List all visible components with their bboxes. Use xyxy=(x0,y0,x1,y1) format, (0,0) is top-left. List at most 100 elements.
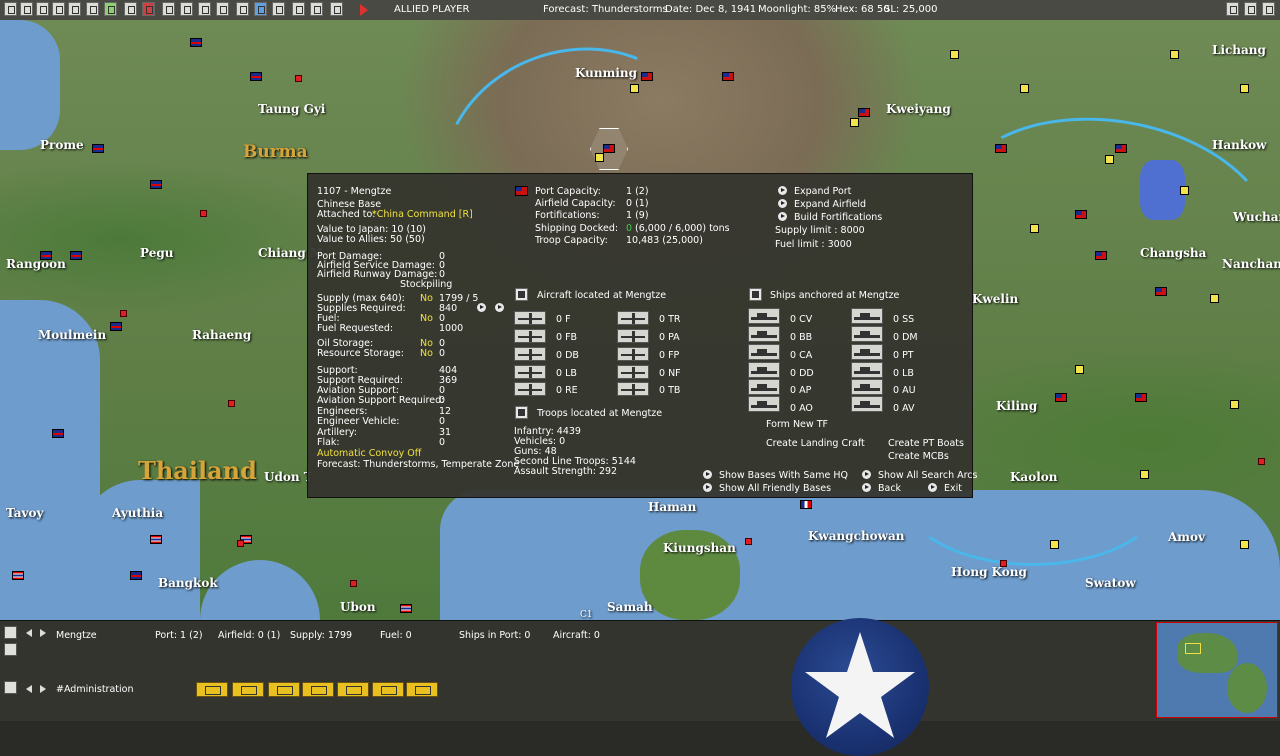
uk-flag-icon[interactable] xyxy=(190,38,202,47)
unit-marker-icon[interactable] xyxy=(237,540,244,547)
exit-button[interactable]: Exit xyxy=(944,483,962,494)
patrol-icon[interactable] xyxy=(617,329,649,343)
previous-arrow-icon[interactable] xyxy=(26,629,32,637)
china-flag-icon[interactable] xyxy=(603,144,615,153)
unit-button-icon[interactable] xyxy=(268,682,300,697)
unit-marker-icon[interactable] xyxy=(745,538,752,545)
unit-marker-icon[interactable] xyxy=(200,210,207,217)
next-arrow-icon[interactable] xyxy=(40,685,46,693)
toolbar-button-icon[interactable] xyxy=(272,2,285,16)
hq-link[interactable]: #Administration xyxy=(56,684,133,695)
ships-icon[interactable] xyxy=(749,288,762,301)
expand-port-icon[interactable] xyxy=(778,186,787,195)
pen-icon[interactable] xyxy=(4,643,17,656)
base-marker-icon[interactable] xyxy=(1050,540,1059,549)
build-fortifications-icon[interactable] xyxy=(778,212,787,221)
china-flag-icon[interactable] xyxy=(1095,251,1107,260)
show-friendly-bases-button[interactable]: Show All Friendly Bases xyxy=(719,483,831,494)
toolbar-button-icon[interactable] xyxy=(1244,2,1257,16)
supply-stockpile-toggle[interactable]: No xyxy=(420,293,433,304)
unit-button-icon[interactable] xyxy=(406,682,438,697)
toolbar-button-icon[interactable] xyxy=(198,2,211,16)
toolbar-button-icon[interactable] xyxy=(86,2,99,16)
toolbar-button-icon[interactable] xyxy=(4,2,17,16)
thailand-flag-icon[interactable] xyxy=(12,571,24,580)
floatplane-icon[interactable] xyxy=(617,347,649,361)
end-turn-icon[interactable] xyxy=(360,4,368,16)
resource-storage-toggle[interactable]: No xyxy=(420,348,433,359)
back-icon[interactable] xyxy=(862,483,871,492)
base-marker-icon[interactable] xyxy=(850,118,859,127)
show-search-arcs-icon[interactable] xyxy=(862,470,871,479)
auxiliary-icon[interactable] xyxy=(851,379,883,395)
troops-icon[interactable] xyxy=(515,406,528,419)
france-flag-icon[interactable] xyxy=(800,500,812,509)
next-arrow-icon[interactable] xyxy=(40,629,46,637)
china-flag-icon[interactable] xyxy=(1075,210,1087,219)
build-fortifications-button[interactable]: Build Fortifications xyxy=(794,212,882,223)
transport-icon[interactable] xyxy=(617,311,649,325)
unit-button-icon[interactable] xyxy=(232,682,264,697)
toolbar-button-icon[interactable] xyxy=(180,2,193,16)
base-marker-icon[interactable] xyxy=(1170,50,1179,59)
show-friendly-icon[interactable] xyxy=(703,483,712,492)
fighter-bomber-icon[interactable] xyxy=(514,329,546,343)
thailand-flag-icon[interactable] xyxy=(150,535,162,544)
base-marker-icon[interactable] xyxy=(1240,540,1249,549)
destroyer-icon[interactable] xyxy=(748,362,780,378)
toolbar-button-icon[interactable] xyxy=(236,2,249,16)
thailand-flag-icon[interactable] xyxy=(400,604,412,613)
uk-flag-icon[interactable] xyxy=(150,180,162,189)
exit-icon[interactable] xyxy=(928,483,937,492)
back-button[interactable]: Back xyxy=(878,483,901,494)
base-marker-icon[interactable] xyxy=(1075,365,1084,374)
minimap[interactable] xyxy=(1156,622,1278,718)
selected-base-link[interactable]: Mengtze xyxy=(56,630,97,641)
recon-icon[interactable] xyxy=(514,382,546,396)
landing-boat-icon[interactable] xyxy=(851,362,883,378)
china-flag-icon[interactable] xyxy=(995,144,1007,153)
toolbar-button-icon[interactable] xyxy=(162,2,175,16)
base-marker-icon[interactable] xyxy=(1210,294,1219,303)
attached-hq-link[interactable]: *China Command [R] xyxy=(372,209,473,220)
base-marker-icon[interactable] xyxy=(1140,470,1149,479)
supply-increase-icon[interactable] xyxy=(495,303,504,312)
toolbar-button-icon[interactable] xyxy=(124,2,137,16)
toolbar-button-icon[interactable] xyxy=(216,2,229,16)
minimap-viewport[interactable] xyxy=(1185,643,1201,654)
unit-button-icon[interactable] xyxy=(196,682,228,697)
night-fighter-icon[interactable] xyxy=(617,365,649,379)
uk-flag-icon[interactable] xyxy=(130,571,142,580)
base-marker-icon[interactable] xyxy=(1105,155,1114,164)
toolbar-button-icon[interactable] xyxy=(1262,2,1275,16)
toolbar-button-icon[interactable] xyxy=(142,2,155,16)
transport-ship-icon[interactable] xyxy=(748,379,780,395)
toolbar-button-icon[interactable] xyxy=(20,2,33,16)
toolbar-button-icon[interactable] xyxy=(68,2,81,16)
unit-marker-icon[interactable] xyxy=(1258,458,1265,465)
china-flag-icon[interactable] xyxy=(1115,144,1127,153)
uk-flag-icon[interactable] xyxy=(92,144,104,153)
base-marker-icon[interactable] xyxy=(1230,400,1239,409)
oiler-icon[interactable] xyxy=(748,396,780,412)
base-marker-icon[interactable] xyxy=(630,84,639,93)
china-flag-icon[interactable] xyxy=(1155,287,1167,296)
unit-button-icon[interactable] xyxy=(337,682,369,697)
expand-airfield-icon[interactable] xyxy=(778,199,787,208)
base-marker-icon[interactable] xyxy=(1180,186,1189,195)
unit-button-icon[interactable] xyxy=(302,682,334,697)
base-marker-icon[interactable] xyxy=(1240,84,1249,93)
fighter-icon[interactable] xyxy=(514,311,546,325)
show-same-hq-button[interactable]: Show Bases With Same HQ xyxy=(719,470,848,481)
uk-flag-icon[interactable] xyxy=(70,251,82,260)
create-landing-craft-button[interactable]: Create Landing Craft xyxy=(766,438,865,449)
expand-airfield-button[interactable]: Expand Airfield xyxy=(794,199,866,210)
toolbar-button-icon[interactable] xyxy=(52,2,65,16)
base-marker-icon[interactable] xyxy=(1030,224,1039,233)
hq-flag-icon[interactable] xyxy=(4,681,17,694)
uk-flag-icon[interactable] xyxy=(52,429,64,438)
toolbar-button-icon[interactable] xyxy=(292,2,305,16)
base-marker-icon[interactable] xyxy=(1020,84,1029,93)
unit-marker-icon[interactable] xyxy=(1000,560,1007,567)
supply-decrease-icon[interactable] xyxy=(477,303,486,312)
